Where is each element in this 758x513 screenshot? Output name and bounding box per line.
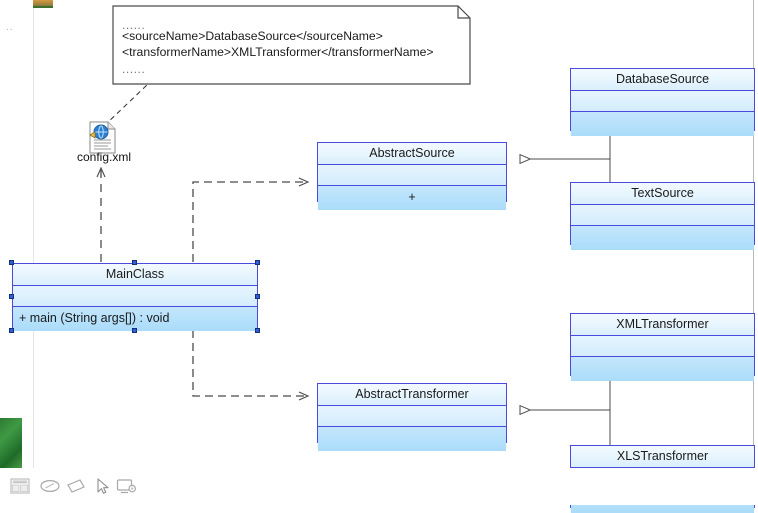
selection-handle-n[interactable]: [132, 260, 137, 265]
selection-handle-sw[interactable]: [9, 328, 14, 333]
class-attrs-database-source: [571, 91, 754, 112]
class-attrs-main-class: [13, 286, 257, 307]
selection-handle-nw[interactable]: [9, 260, 14, 265]
toolbar-button-ellipse[interactable]: [38, 474, 62, 498]
class-ops-abstract-transformer: [318, 427, 506, 451]
class-ops-text-source: [571, 226, 754, 250]
cropped-toolbar-icon: [33, 0, 53, 8]
class-name-text-source: TextSource: [571, 183, 754, 205]
class-ops-xml-transformer: [571, 357, 754, 381]
pane-left-divider: [33, 0, 34, 468]
class-name-xml-transformer: XMLTransformer: [571, 314, 754, 336]
class-attrs-text-source: [571, 205, 754, 226]
selection-handle-ne[interactable]: [255, 260, 260, 265]
dependency-mainclass-abstractsource: [192, 177, 310, 262]
class-ops-abstract-source: +: [318, 186, 506, 210]
artifact-configxml-label: config.xml: [76, 150, 132, 164]
class-box-xml-transformer[interactable]: XMLTransformer: [570, 313, 755, 381]
selection-handle-e[interactable]: [255, 294, 260, 299]
note-line-1: <sourceName>DatabaseSource</sourceName>: [122, 29, 383, 43]
toolbar-button-screen-capture[interactable]: [114, 474, 138, 498]
note-bottom-ellipsis: ......: [122, 62, 146, 76]
class-box-database-source[interactable]: DatabaseSource: [570, 68, 755, 136]
diagram-canvas[interactable]: .. ...... <sourceName>DatabaseSource</so…: [0, 0, 758, 513]
class-attrs-xml-transformer: [571, 336, 754, 357]
canvas-corner-dots: ..: [6, 22, 14, 33]
class-box-abstract-transformer[interactable]: AbstractTransformer: [317, 383, 507, 451]
class-name-database-source: DatabaseSource: [571, 69, 754, 91]
diamond-icon: [67, 479, 85, 493]
form-grid-icon: [10, 478, 30, 494]
pointer-cursor-icon: [97, 478, 109, 494]
class-box-text-source[interactable]: TextSource: [570, 182, 755, 250]
selection-handle-se[interactable]: [255, 328, 260, 333]
class-name-abstract-source: AbstractSource: [318, 143, 506, 165]
screen-capture-icon: [116, 479, 137, 494]
toolbar-button-diamond[interactable]: [64, 474, 88, 498]
selection-handle-w[interactable]: [9, 294, 14, 299]
bottom-toolbar[interactable]: [0, 468, 758, 505]
class-ops-database-source: [571, 112, 754, 136]
note-box[interactable]: ...... <sourceName>DatabaseSource</sourc…: [113, 6, 470, 84]
class-attrs-abstract-source: [318, 165, 506, 186]
green-thumbnail-swatch: [0, 418, 22, 475]
class-name-main-class: MainClass: [13, 264, 257, 286]
class-name-xls-transformer: XLSTransformer: [571, 446, 754, 468]
class-attrs-abstract-transformer: [318, 406, 506, 427]
dependency-mainclass-abstracttransformer: [192, 330, 310, 401]
toolbar-button-form-grid[interactable]: [8, 474, 32, 498]
class-name-abstract-transformer: AbstractTransformer: [318, 384, 506, 406]
note-anchor-line: [103, 83, 149, 127]
toolbar-button-pointer[interactable]: [90, 474, 114, 498]
class-box-main-class[interactable]: MainClass + main (String args[]) : void: [12, 263, 258, 331]
class-box-abstract-source[interactable]: AbstractSource +: [317, 142, 507, 210]
note-line-2: <transformerName>XMLTransformer</transfo…: [122, 45, 434, 59]
ellipse-icon: [40, 479, 60, 493]
selection-handle-s[interactable]: [132, 328, 137, 333]
